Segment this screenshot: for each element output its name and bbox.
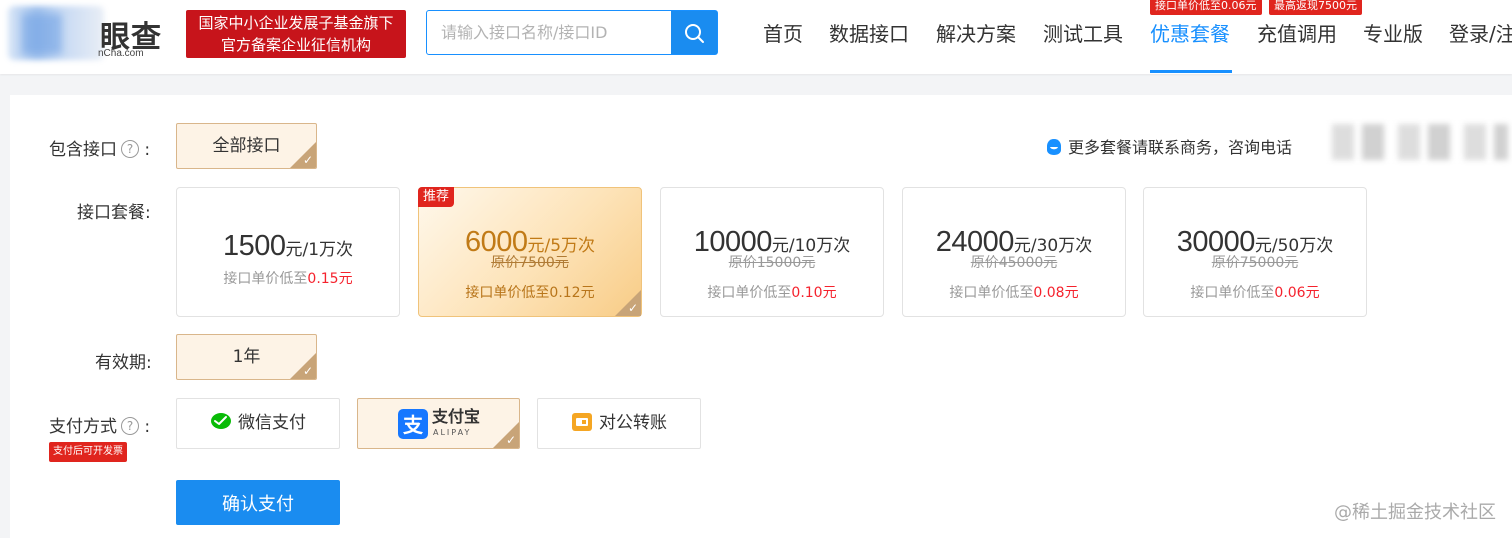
phone-number-redacted [1318,124,1508,160]
nav-discount-packages[interactable]: 优惠套餐 [1150,18,1230,47]
unit-price-prefix: 接口单价低至 [223,271,308,287]
nav-test-tools[interactable]: 测试工具 [1043,18,1123,47]
package-unit-price: 接口单价低至0.12元 [419,282,641,302]
package-unit-price: 接口单价低至0.10元 [661,282,883,302]
nav-recharge[interactable]: 充值调用 [1257,18,1337,47]
payment-wechat-label: 微信支付 [238,413,306,433]
package-original-price: 原价15000元 [728,255,816,271]
payment-label-text: 支付方式 [49,417,117,437]
contact-text: 更多套餐请联系商务，咨询电话 [1068,138,1293,157]
bank-transfer-icon [572,413,592,431]
help-icon[interactable]: ? [121,417,139,435]
package-unit-price: 接口单价低至0.15元 [177,268,399,288]
validity-option-label: 1年 [232,347,261,367]
package-original-price: 原价45000元 [970,255,1058,271]
payment-wechat[interactable]: 微信支付 [176,398,340,449]
payment-bank-transfer[interactable]: 对公转账 [537,398,701,449]
validity-option-1-year[interactable]: 1年 ✓ [176,334,317,380]
package-card-2[interactable]: 推荐 6000元/5万次 原价7500元 接口单价低至0.12元 ✓ [418,187,642,317]
package-price-amount: 1500 [222,230,286,262]
include-label: 包含接口? : [49,135,150,160]
package-label: 接口套餐: [77,203,151,223]
package-card-4[interactable]: 24000元/30万次 原价45000元 接口单价低至0.08元 [902,187,1126,317]
wechat-pay-icon [211,413,231,429]
search-button[interactable] [671,11,717,54]
nav-pro-edition[interactable]: 专业版 [1363,18,1423,47]
package-unit-price: 接口单价低至0.06元 [1144,282,1366,302]
unit-price-prefix: 接口单价低至 [707,285,792,301]
nav-active-underline [1150,70,1232,73]
payment-alipay[interactable]: 支 支付宝 ALIPAY ✓ [357,398,520,449]
unit-price-value: 0.12元 [549,285,595,301]
top-header: 眼查 nCha.com 国家中小企业发展子基金旗下 官方备案企业征信机构 首页 … [0,0,1512,74]
check-icon: ✓ [505,433,516,447]
unit-price-prefix: 接口单价低至 [949,285,1034,301]
package-price: 1500元/1万次 [177,230,399,263]
package-unit-price: 接口单价低至0.08元 [903,282,1125,302]
validity-label: 有效期: [95,353,152,373]
nav-home[interactable]: 首页 [763,18,803,47]
unit-price-value: 0.15元 [307,271,353,287]
package-card-1[interactable]: 1500元/1万次 接口单价低至0.15元 [176,187,400,317]
search-input[interactable] [427,11,671,54]
gov-badge-line1: 国家中小企业发展子基金旗下 [198,14,394,32]
check-icon: ✓ [302,364,313,378]
nav-data-api[interactable]: 数据接口 [829,18,909,47]
package-original-price: 原价7500元 [491,255,569,271]
unit-price-value: 0.08元 [1033,285,1079,301]
recommended-tag: 推荐 [418,187,455,207]
logo-domain: nCha.com [98,48,144,59]
help-icon[interactable]: ? [121,140,139,158]
search-box [426,10,718,55]
check-icon: ✓ [302,153,313,167]
package-card-3[interactable]: 10000元/10万次 原价15000元 接口单价低至0.10元 [660,187,884,317]
gov-badge-line2: 官方备案企业征信机构 [220,36,371,54]
unit-price-prefix: 接口单价低至 [1190,285,1275,301]
unit-price-value: 0.10元 [791,285,837,301]
payment-alipay-label: 支付宝 [432,407,481,426]
package-card-5[interactable]: 30000元/50万次 原价75000元 接口单价低至0.06元 [1143,187,1367,317]
nav-tag-cashback: 最高返现7500元 [1269,0,1362,15]
payment-label: 支付方式? : [49,412,150,437]
nav-solutions[interactable]: 解决方案 [936,18,1016,47]
payment-alipay-sub: ALIPAY [433,428,472,437]
unit-price-prefix: 接口单价低至 [465,285,550,301]
site-logo[interactable]: 眼查 nCha.com [8,6,178,62]
nav-login-register[interactable]: 登录/注 [1449,18,1512,47]
confirm-payment-button[interactable]: 确认支付 [176,480,340,525]
payment-label-colon: : [144,417,151,437]
payment-bank-label: 对公转账 [599,413,667,433]
unit-price-value: 0.06元 [1274,285,1320,301]
logo-blurred-mark-inner [22,14,62,54]
package-price-suffix: 元/1万次 [285,240,354,260]
watermark: @稀土掘金技术社区 [1334,502,1496,523]
include-option-label: 全部接口 [212,136,281,156]
invoice-badge: 支付后可开发票 [49,442,127,462]
alipay-icon: 支 [398,409,428,439]
search-icon [685,23,704,43]
customer-service-icon [1047,139,1061,155]
gov-certification-badge: 国家中小企业发展子基金旗下 官方备案企业征信机构 [186,10,406,58]
package-original-price: 原价75000元 [1211,255,1299,271]
check-icon: ✓ [627,301,638,315]
include-option-all[interactable]: 全部接口 ✓ [176,123,317,169]
svg-text:支: 支 [403,413,424,437]
contact-info: 更多套餐请联系商务，咨询电话 [1044,134,1292,158]
nav-tag-unit-price: 接口单价低至0.06元 [1150,0,1262,15]
include-label-text: 包含接口 [49,140,117,160]
include-label-colon: : [144,140,151,160]
